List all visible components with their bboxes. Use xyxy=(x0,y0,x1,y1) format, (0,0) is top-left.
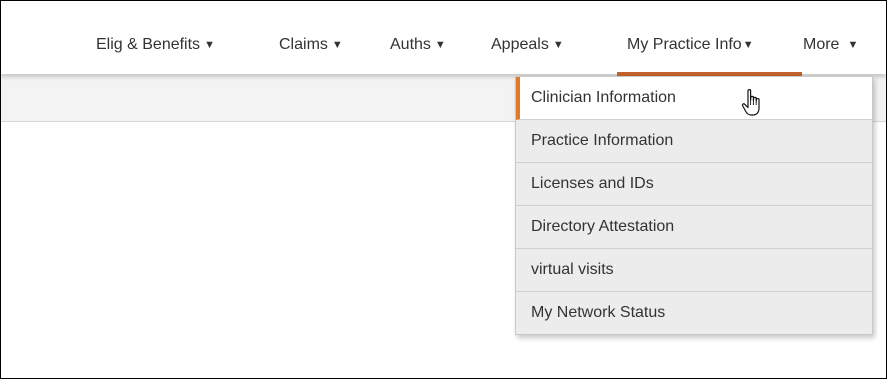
caret-down-icon: ▼ xyxy=(204,39,215,51)
nav-label: Auths xyxy=(390,36,431,53)
my-practice-info-dropdown-menu: Clinician Information Practice Informati… xyxy=(515,76,873,335)
nav-label: Appeals xyxy=(491,36,549,53)
menu-item-virtual-visits[interactable]: virtual visits xyxy=(516,249,872,292)
page-frame: Elig & Benefits ▼ Claims ▼ Auths ▼ Appeals ▼… xyxy=(0,0,887,379)
nav-appeals[interactable]: Appeals ▼ xyxy=(491,36,564,54)
caret-down-icon: ▼ xyxy=(847,39,859,51)
nav-my-practice-info[interactable]: My Practice Info▼ xyxy=(627,36,754,54)
nav-more[interactable]: More ▼ xyxy=(803,36,858,54)
hand-pointer-icon xyxy=(741,89,760,116)
nav-elig-benefits[interactable]: Elig & Benefits ▼ xyxy=(96,36,215,54)
nav-label: More xyxy=(803,36,840,53)
nav-label: My Practice Info xyxy=(627,36,742,53)
menu-item-my-network-status[interactable]: My Network Status xyxy=(516,292,872,334)
menu-item-practice-information[interactable]: Practice Information xyxy=(516,120,872,163)
nav-label: Claims xyxy=(279,36,328,53)
nav-label: Elig & Benefits xyxy=(96,36,201,53)
menu-item-licenses-and-ids[interactable]: Licenses and IDs xyxy=(516,163,872,206)
caret-down-icon: ▼ xyxy=(552,39,564,51)
nav-auths[interactable]: Auths ▼ xyxy=(390,36,446,54)
caret-down-icon: ▼ xyxy=(742,39,754,51)
nav-claims[interactable]: Claims ▼ xyxy=(279,36,343,54)
menu-item-directory-attestation[interactable]: Directory Attestation xyxy=(516,206,872,249)
caret-down-icon: ▼ xyxy=(331,39,343,51)
caret-down-icon: ▼ xyxy=(434,39,446,51)
menu-item-clinician-information[interactable]: Clinician Information xyxy=(516,77,872,120)
top-navigation-bar: Elig & Benefits ▼ Claims ▼ Auths ▼ Appeals ▼… xyxy=(1,1,886,74)
